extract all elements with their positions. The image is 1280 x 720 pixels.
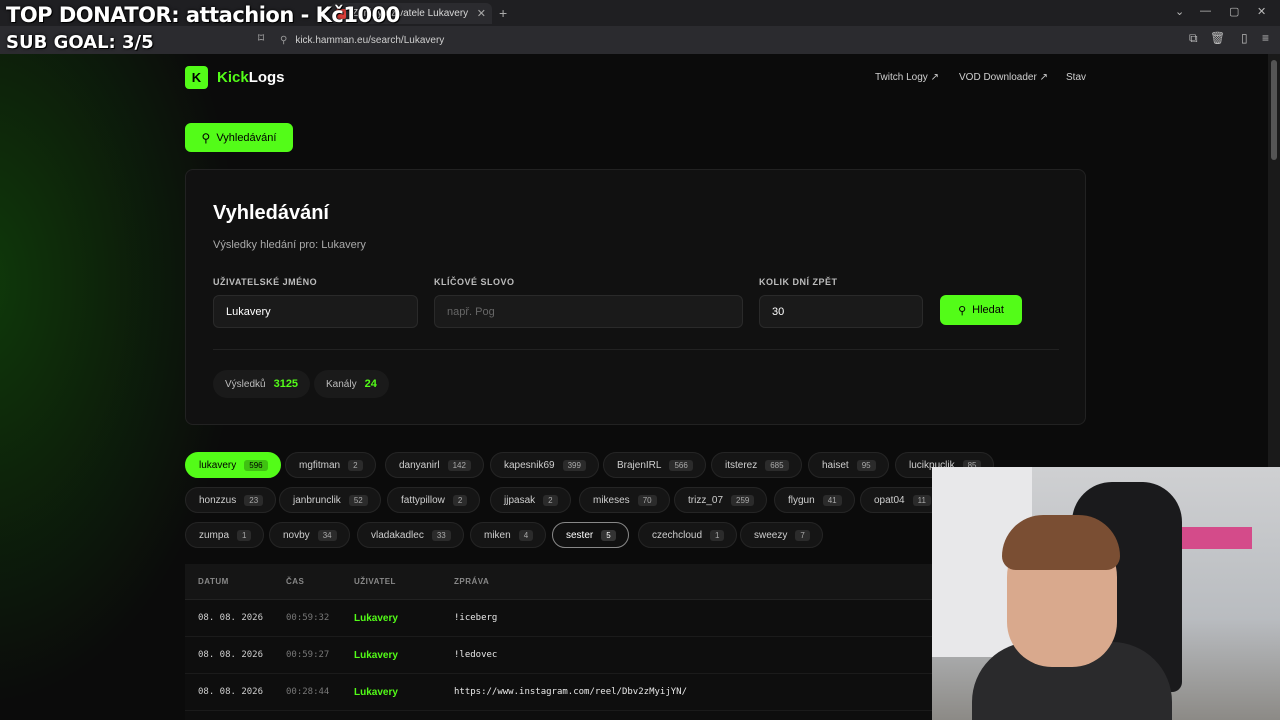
maximize-icon[interactable]: ▢ <box>1229 5 1239 18</box>
logo-text: KickLogs <box>217 69 285 86</box>
channels-count-badge: Kanály 24 <box>314 370 389 398</box>
cell-user[interactable]: Lukavery <box>354 613 398 624</box>
keyword-input[interactable]: např. Pog <box>434 295 743 328</box>
submit-search-button[interactable]: ⚲ Hledat <box>940 295 1022 325</box>
url-text: kick.hamman.eu/search/Lukavery <box>295 34 445 46</box>
nav-twitch-logy[interactable]: Twitch Logy ↗ <box>875 72 939 83</box>
search-card: Vyhledávání Výsledky hledání pro: Lukave… <box>185 169 1086 425</box>
close-window-icon[interactable]: ✕ <box>1257 5 1266 18</box>
channel-chip[interactable]: sweezy 7 <box>740 522 823 548</box>
divider <box>213 349 1059 350</box>
username-label: UŽIVATELSKÉ JMÉNO <box>213 277 318 287</box>
card-title: Vyhledávání <box>213 202 329 224</box>
days-input[interactable]: 30 <box>759 295 923 328</box>
keyword-label: KLÍČOVÉ SLOVO <box>434 277 515 287</box>
channel-chip[interactable]: kapesnik69 399 <box>490 452 599 478</box>
search-icon: ⚲ <box>201 130 211 145</box>
channel-chip[interactable]: honzzus 23 <box>185 487 277 513</box>
cell-message: !ledovec <box>454 650 498 660</box>
channel-chip[interactable]: czechcloud 1 <box>638 522 738 548</box>
messages-table: DATUM ČAS UŽIVATEL ZPRÁVA 08. 08. 2026 0… <box>185 564 945 720</box>
sub-goal-overlay: SUB GOAL: 3/5 <box>6 32 154 53</box>
column-header: DATUM <box>198 577 229 586</box>
menu-icon[interactable]: ≡ <box>1262 31 1269 45</box>
sidebar-icon[interactable]: ▯ <box>1241 31 1248 45</box>
search-icon: ⚲ <box>958 304 967 317</box>
channel-chip[interactable]: lukavery 596 <box>185 452 281 478</box>
channel-chip[interactable]: zumpa 1 <box>185 522 265 548</box>
cell-date: 08. 08. 2026 <box>198 613 264 623</box>
extensions-icon[interactable]: ⧉ <box>1189 31 1198 46</box>
channel-chip[interactable]: novby 34 <box>269 522 350 548</box>
channel-chip[interactable]: janbrunclik 52 <box>279 487 381 513</box>
column-header: UŽIVATEL <box>354 577 396 586</box>
column-header: ČAS <box>286 577 305 586</box>
username-input[interactable]: Lukavery <box>213 295 418 328</box>
address-toolbar: ⚲ kick.hamman.eu/search/Lukavery ⧉ 🗑 ▯ ≡ <box>0 26 1280 72</box>
channel-chip[interactable]: haiset 95 <box>808 452 889 478</box>
channel-chip[interactable]: flygun 41 <box>774 487 855 513</box>
top-donator-overlay: TOP DONATOR: attachion - Kč1000 <box>6 3 400 27</box>
channel-chip[interactable]: trizz_07 259 <box>674 487 768 513</box>
channel-chip[interactable]: mgfitman 2 <box>285 452 376 478</box>
close-tab-icon[interactable]: ✕ <box>477 7 486 20</box>
column-header: ZPRÁVA <box>454 577 490 586</box>
nav-vod-downloader[interactable]: VOD Downloader ↗ <box>959 72 1048 83</box>
days-label: KOLIK DNÍ ZPĚT <box>759 277 838 287</box>
cell-time: 00:59:27 <box>286 650 330 660</box>
channel-chip[interactable]: jjpasak 2 <box>490 487 571 513</box>
minimize-icon[interactable]: — <box>1200 5 1211 17</box>
channel-chip[interactable]: danyanirl 142 <box>385 452 484 478</box>
cell-message: !iceberg <box>454 613 498 623</box>
channel-chip[interactable]: sester 5 <box>552 522 629 548</box>
address-bar[interactable]: ⚲ kick.hamman.eu/search/Lukavery <box>280 31 1000 49</box>
cell-date: 08. 08. 2026 <box>198 650 264 660</box>
webcam-overlay <box>932 467 1280 720</box>
channel-chip[interactable]: vladakadlec 33 <box>357 522 464 548</box>
channel-chip[interactable]: fattypillow 2 <box>387 487 481 513</box>
channel-chip[interactable]: mikeses 70 <box>579 487 670 513</box>
logo-mark: K <box>185 66 208 89</box>
table-row: 08. 08. 2026 00:59:32 Lukavery !iceberg <box>185 600 945 637</box>
site-logo[interactable]: K KickLogs <box>185 66 285 89</box>
channel-chip[interactable]: BrajenIRL 566 <box>603 452 706 478</box>
new-tab-icon[interactable]: + <box>499 5 507 21</box>
search-nav-button[interactable]: ⚲ Vyhledávání <box>185 123 293 152</box>
cell-message[interactable]: https://www.instagram.com/reel/Dbv2zMyij… <box>454 687 687 697</box>
cell-date: 08. 08. 2026 <box>198 687 264 697</box>
cell-user[interactable]: Lukavery <box>354 687 398 698</box>
table-header: DATUM ČAS UŽIVATEL ZPRÁVA <box>185 564 945 600</box>
bookmark-icon[interactable]: ⌑ <box>258 31 264 45</box>
external-link-icon: ↗ <box>1039 72 1048 83</box>
table-row: 08. 08. 2026 00:59:27 Lukavery !ledovec <box>185 637 945 674</box>
cell-user[interactable]: Lukavery <box>354 650 398 661</box>
nav-stav[interactable]: Stav <box>1066 72 1086 83</box>
scrollbar-thumb[interactable] <box>1271 60 1277 160</box>
table-row: 08. 08. 2026 00:28:44 Lukavery https://w… <box>185 674 945 711</box>
channel-chip[interactable]: itsterez 685 <box>711 452 802 478</box>
results-count-badge: Výsledků 3125 <box>213 370 311 398</box>
cell-time: 00:28:44 <box>286 687 330 697</box>
card-subtitle: Výsledky hledání pro: Lukavery <box>213 239 366 251</box>
cell-time: 00:59:32 <box>286 613 330 623</box>
tab-list-icon[interactable]: ⌄ <box>1175 5 1184 18</box>
trash-icon[interactable]: 🗑 <box>1210 31 1225 45</box>
site-info-icon[interactable]: ⚲ <box>280 35 287 46</box>
external-link-icon: ↗ <box>930 72 939 83</box>
channel-chip[interactable]: miken 4 <box>470 522 547 548</box>
